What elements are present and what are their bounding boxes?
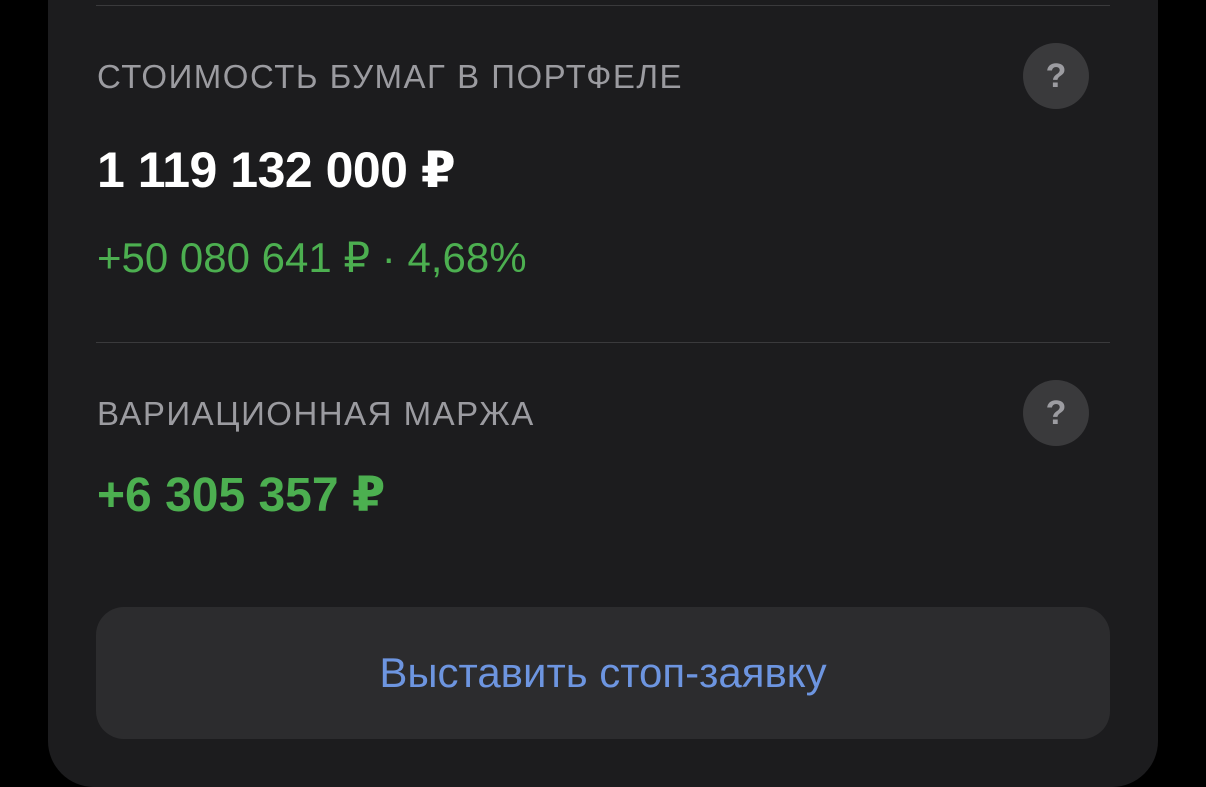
portfolio-change: +50 080 641 ₽ · 4,68%: [97, 234, 527, 281]
question-icon: ?: [1045, 393, 1067, 432]
variation-margin-value: +6 305 357 ₽: [97, 469, 386, 522]
question-icon: ?: [1045, 56, 1067, 95]
variation-margin-title: ВАРИАЦИОННАЯ МАРЖА: [97, 395, 535, 432]
stop-order-button[interactable]: Выставить стоп-заявку: [96, 607, 1110, 739]
variation-margin-help-button[interactable]: ?: [1023, 380, 1089, 446]
portfolio-help-button[interactable]: ?: [1023, 43, 1089, 109]
portfolio-value: 1 119 132 000 ₽: [97, 142, 456, 198]
stop-order-label: Выставить стоп-заявку: [379, 649, 827, 696]
top-divider: [96, 5, 1110, 6]
portfolio-value-title: СТОИМОСТЬ БУМАГ В ПОРТФЕЛЕ: [97, 58, 683, 95]
section-divider: [96, 342, 1110, 343]
